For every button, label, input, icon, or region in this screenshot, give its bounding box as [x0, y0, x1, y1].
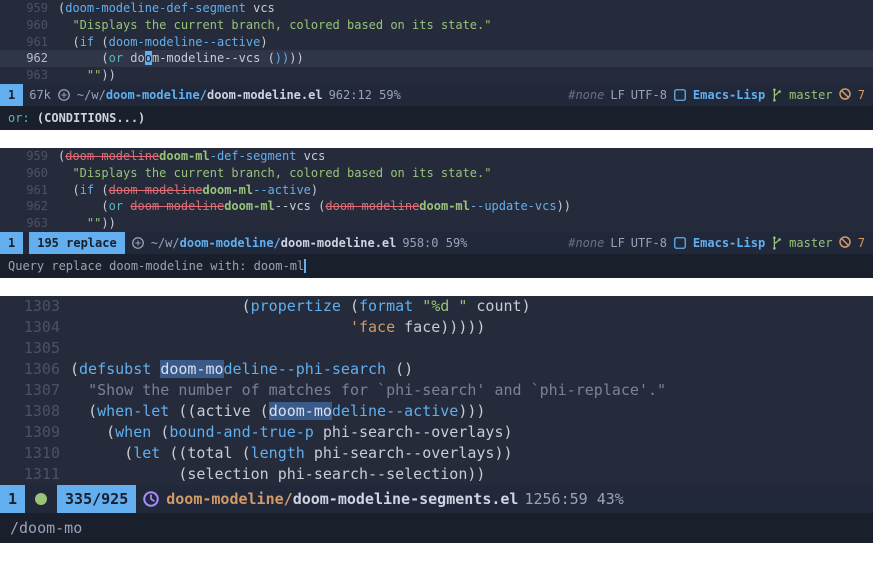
workspace-none: #none	[568, 236, 604, 250]
code-content: ""))	[58, 215, 873, 232]
folder-icon	[131, 236, 145, 250]
line-number: 959	[0, 0, 58, 17]
echo-area: or: (CONDITIONS...)	[0, 106, 873, 130]
code-content: (doom-modeline-def-segment vcs	[58, 0, 873, 17]
encoding[interactable]: UTF-8	[631, 236, 667, 250]
modeline: 1 195 replace ~/w/doom-modeline/doom-mod…	[0, 232, 873, 254]
buffer-size: 67k	[29, 88, 51, 102]
line-number: 963	[0, 215, 58, 232]
line-number: 963	[0, 67, 58, 84]
line-number: 1311	[0, 464, 70, 485]
code-content: "Displays the current branch, colored ba…	[58, 17, 873, 34]
cursor-position: 1256:59 43%	[524, 490, 623, 508]
code-content: (if (doom-modeline--active)	[58, 34, 873, 51]
line-number: 1306	[0, 359, 70, 380]
code-content: "Displays the current branch, colored ba…	[58, 165, 873, 182]
cursor: o	[145, 51, 152, 65]
code-area[interactable]: 959(doom-modelinedoom-ml-def-segment vcs…	[0, 148, 873, 232]
modified-indicator	[35, 493, 47, 505]
code-content: (or doom-modeline--vcs ())))	[58, 50, 873, 67]
search-match: doom-mo	[269, 402, 332, 420]
modeline: 1 67k ~/w/doom-modeline/doom-modeline.el…	[0, 84, 873, 106]
code-content: ""))	[58, 67, 873, 84]
major-mode[interactable]: Emacs-Lisp	[693, 236, 765, 250]
buffer-path[interactable]: ~/w/doom-modeline/doom-modeline.el	[77, 88, 323, 102]
git-branch-icon	[771, 88, 783, 102]
code-content: "Show the number of matches for `phi-sea…	[70, 380, 873, 401]
code-content: (doom-modelinedoom-ml-def-segment vcs	[58, 148, 873, 165]
major-mode[interactable]: Emacs-Lisp	[693, 88, 765, 102]
buffer-path[interactable]: doom-modeline/doom-modeline-segments.el	[166, 490, 518, 508]
eol-type[interactable]: LF	[610, 88, 624, 102]
code-content: (let ((total (length phi-search--overlay…	[70, 443, 873, 464]
line-number: 962	[0, 198, 58, 215]
checker-warnings[interactable]: 7	[839, 88, 865, 102]
buffer-path[interactable]: ~/w/doom-modeline/doom-modeline.el	[151, 236, 397, 250]
code-content: (selection phi-search--selection))	[70, 464, 873, 485]
line-number: 962	[0, 50, 58, 67]
line-number: 1303	[0, 296, 70, 317]
modeline: 1 335/925 doom-modeline/doom-modeline-se…	[0, 485, 873, 513]
cursor	[304, 259, 306, 273]
replace-count-badge: 195 replace	[29, 232, 124, 254]
folder-icon	[57, 88, 71, 102]
line-number: 1305	[0, 338, 70, 359]
code-content: (when (bound-and-true-p phi-search--over…	[70, 422, 873, 443]
vcs-branch[interactable]: master	[789, 236, 832, 250]
editor-pane-3: 1303 (propertize (format "%d " count) 13…	[0, 296, 873, 544]
code-content: (if (doom-modelinedoom-ml--active)	[58, 182, 873, 199]
window-number[interactable]: 1	[0, 84, 23, 106]
code-content: (when-let ((active (doom-modeline--activ…	[70, 401, 873, 422]
code-content: (or doom-modelinedoom-ml--vcs (doom-mode…	[58, 198, 873, 215]
line-number: 959	[0, 148, 58, 165]
code-area[interactable]: 959(doom-modeline-def-segment vcs 960 "D…	[0, 0, 873, 84]
line-number: 1308	[0, 401, 70, 422]
line-number: 961	[0, 182, 58, 199]
code-content: (defsubst doom-modeline--phi-search ()	[70, 359, 873, 380]
editor-pane-1: 959(doom-modeline-def-segment vcs 960 "D…	[0, 0, 873, 130]
code-content: (propertize (format "%d " count)	[70, 296, 873, 317]
line-number: 1307	[0, 380, 70, 401]
vcs-branch[interactable]: master	[789, 88, 832, 102]
folder-icon	[142, 490, 160, 508]
window-number[interactable]: 1	[0, 485, 25, 513]
line-number: 961	[0, 34, 58, 51]
cursor-position: 958:0 59%	[402, 236, 467, 250]
line-number: 1304	[0, 317, 70, 338]
echo-area[interactable]: /doom-mo	[0, 513, 873, 544]
echo-area[interactable]: Query replace doom-modeline with: doom-m…	[0, 254, 873, 278]
line-number: 960	[0, 165, 58, 182]
line-number: 1309	[0, 422, 70, 443]
cursor-position: 962:12 59%	[329, 88, 401, 102]
code-content: 'face face)))))	[70, 317, 873, 338]
encoding[interactable]: UTF-8	[631, 88, 667, 102]
search-match: doom-mo	[160, 360, 223, 378]
mode-icon	[673, 236, 687, 250]
editor-pane-2: 959(doom-modelinedoom-ml-def-segment vcs…	[0, 148, 873, 278]
mode-icon	[673, 88, 687, 102]
code-area[interactable]: 1303 (propertize (format "%d " count) 13…	[0, 296, 873, 485]
checker-warnings[interactable]: 7	[839, 236, 865, 250]
git-branch-icon	[771, 236, 783, 250]
workspace-none: #none	[568, 88, 604, 102]
line-number: 1310	[0, 443, 70, 464]
search-count-badge: 335/925	[57, 485, 136, 513]
line-number: 960	[0, 17, 58, 34]
window-number[interactable]: 1	[0, 232, 23, 254]
eol-type[interactable]: LF	[610, 236, 624, 250]
